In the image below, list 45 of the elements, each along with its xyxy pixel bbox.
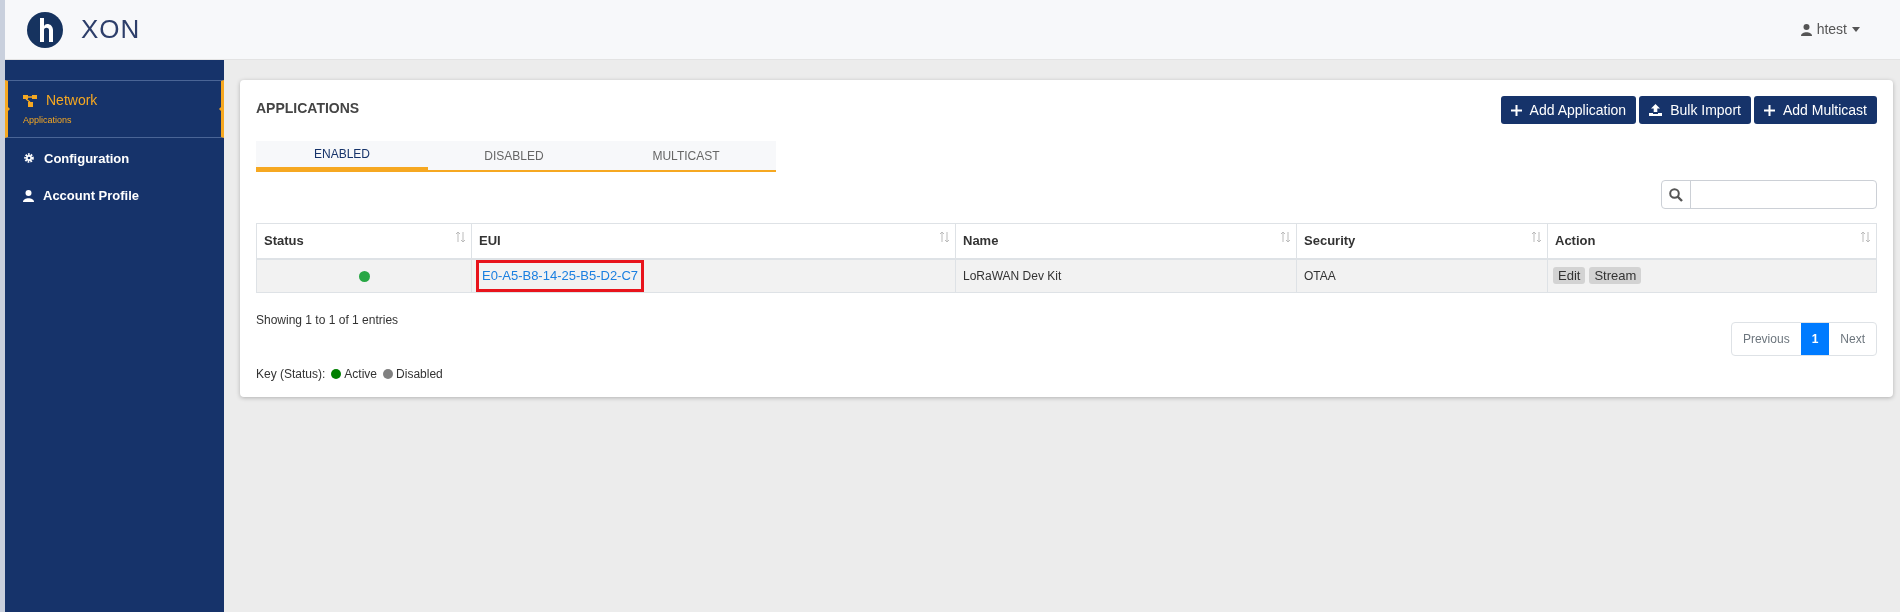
toolbar-button[interactable]: Bulk Import [1639,96,1751,124]
key-label: Key (Status): [256,366,326,383]
tab[interactable]: ENABLED [256,141,428,170]
key-label: Disabled [396,366,443,383]
eui-link[interactable]: E0-A5-B8-14-25-B5-D2-C7 [476,260,645,292]
sort-icon[interactable] [1531,231,1542,243]
network-icon [23,94,37,107]
key-label: Active [344,366,378,383]
sidebar-item[interactable]: Network Applications [5,80,224,138]
upload-icon [1649,104,1663,116]
tab[interactable]: MULTICAST [600,141,772,170]
sidebar-item[interactable]: Account Profile [5,177,224,215]
tab[interactable]: DISABLED [428,141,600,170]
user-menu[interactable]: htest [1800,19,1860,40]
column-header[interactable]: Action [1555,233,1596,248]
search-icon [1669,187,1683,202]
sort-icon[interactable] [455,231,466,243]
search-field[interactable] [1661,180,1877,209]
toolbar-button[interactable]: Add Application [1500,96,1637,124]
column-header[interactable]: Security [1304,233,1356,248]
sort-icon[interactable] [1860,231,1871,243]
page-button[interactable]: Previous [1731,323,1801,355]
sort-icon[interactable] [939,231,950,243]
user-icon [23,189,34,202]
table-cell: OTAA [1296,258,1548,293]
plus-icon [1763,104,1775,116]
sort-icon[interactable] [1280,231,1291,243]
user-icon [1800,23,1812,36]
entries-info: Showing 1 to 1 of 1 entries [256,312,400,329]
caret-icon [1852,27,1860,32]
plus-icon [1510,104,1522,116]
logo-icon [27,11,63,48]
toolbar-button[interactable]: Add Multicast [1753,96,1877,124]
page-button[interactable]: 1 [1800,323,1830,355]
table-cell: LoRaWAN Dev Kit [955,258,1297,293]
column-header[interactable]: EUI [479,233,501,248]
action-button[interactable]: Stream [1589,267,1642,285]
action-button[interactable]: Edit [1553,267,1586,285]
column-header[interactable]: Name [963,233,999,248]
logo-text: XON [81,13,141,46]
column-header[interactable]: Status [264,233,304,248]
settings-icon [23,152,35,165]
sidebar-item[interactable]: Configuration [5,139,224,177]
page-button[interactable]: Next [1829,323,1876,355]
panel-title: APPLICATIONS [256,99,360,118]
